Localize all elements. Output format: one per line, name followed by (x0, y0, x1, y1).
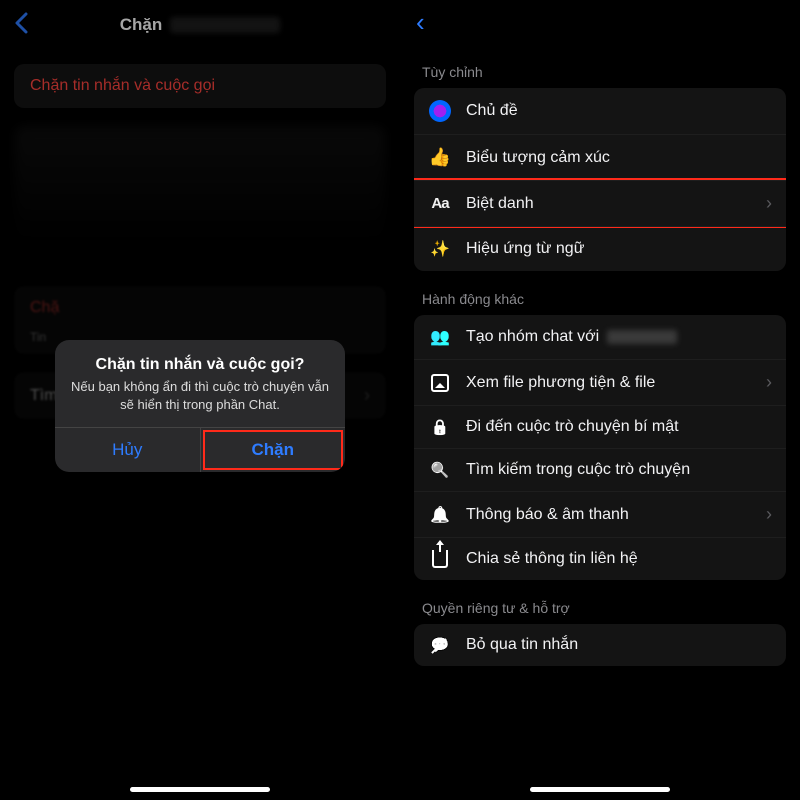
search-row[interactable]: Tìm kiếm trong cuộc trò chuyện (414, 448, 786, 491)
cancel-button[interactable]: Hủy (55, 428, 200, 472)
notifications-row[interactable]: Thông báo & âm thanh › (414, 491, 786, 537)
secret-chat-row[interactable]: Đi đến cuộc trò chuyện bí mật (414, 405, 786, 448)
theme-row[interactable]: Chủ đề (414, 88, 786, 134)
like-icon: 👍 (428, 147, 452, 168)
confirm-block-dialog: Chặn tin nhắn và cuộc gọi? Nếu bạn không… (55, 340, 345, 472)
actions-menu: Tạo nhóm chat với Xem file phương tiện &… (414, 315, 786, 580)
share-icon (428, 550, 452, 568)
emoji-label: Biểu tượng cảm xúc (466, 149, 610, 167)
sparkle-icon (428, 239, 452, 259)
customize-menu: Chủ đề 👍 Biểu tượng cảm xúc Aa Biệt danh… (414, 88, 786, 271)
word-effect-label: Hiệu ứng từ ngữ (466, 240, 584, 258)
share-label: Chia sẻ thông tin liên hệ (466, 550, 638, 568)
back-button[interactable]: ‹ (400, 9, 441, 35)
chevron-right-icon: › (766, 193, 772, 214)
privacy-menu: Bỏ qua tin nhắn (414, 624, 786, 666)
search-icon (428, 461, 452, 479)
theme-label: Chủ đề (466, 102, 518, 120)
home-indicator[interactable] (530, 787, 670, 792)
section-actions-title: Hành động khác (400, 271, 800, 315)
notify-label: Thông báo & âm thanh (466, 506, 629, 524)
section-privacy-title: Quyền riêng tư & hỗ trợ (400, 580, 800, 624)
text-icon: Aa (428, 195, 452, 212)
share-contact-row[interactable]: Chia sẻ thông tin liên hệ (414, 537, 786, 580)
home-indicator[interactable] (130, 787, 270, 792)
header: ‹ (400, 0, 800, 44)
secret-label: Đi đến cuộc trò chuyện bí mật (466, 418, 679, 436)
ignore-label: Bỏ qua tin nhắn (466, 636, 578, 654)
word-effect-row[interactable]: Hiệu ứng từ ngữ (414, 226, 786, 271)
ignore-row[interactable]: Bỏ qua tin nhắn (414, 624, 786, 666)
group-icon (428, 327, 452, 347)
bell-icon (428, 505, 452, 525)
lock-icon (428, 418, 452, 436)
dialog-buttons: Hủy Chặn (55, 427, 345, 472)
dialog-title: Chặn tin nhắn và cuộc gọi? (55, 340, 345, 378)
blurred-name (607, 330, 677, 344)
nickname-label: Biệt danh (466, 195, 534, 213)
left-phone: Chặn Chặn tin nhắn và cuộc gọi Chặ Tin T… (0, 0, 400, 800)
chevron-right-icon: › (766, 372, 772, 393)
create-group-label: Tạo nhóm chat với (466, 328, 599, 346)
block-confirm-button[interactable]: Chặn (200, 428, 346, 472)
nickname-row[interactable]: Aa Biệt danh › (414, 180, 786, 226)
media-label: Xem file phương tiện & file (466, 374, 655, 392)
emoji-row[interactable]: 👍 Biểu tượng cảm xúc (414, 134, 786, 180)
chevron-right-icon: › (766, 504, 772, 525)
media-row[interactable]: Xem file phương tiện & file › (414, 359, 786, 405)
dialog-body: Nếu bạn không ẩn đi thì cuộc trò chuyện … (55, 378, 345, 427)
section-customize-title: Tùy chỉnh (400, 44, 800, 88)
right-phone: ‹ Tùy chỉnh Chủ đề 👍 Biểu tượng cảm xúc … (400, 0, 800, 800)
media-icon (428, 374, 452, 392)
theme-icon (428, 100, 452, 122)
ignore-icon (428, 636, 452, 654)
create-group-row[interactable]: Tạo nhóm chat với (414, 315, 786, 359)
search-label: Tìm kiếm trong cuộc trò chuyện (466, 461, 690, 479)
